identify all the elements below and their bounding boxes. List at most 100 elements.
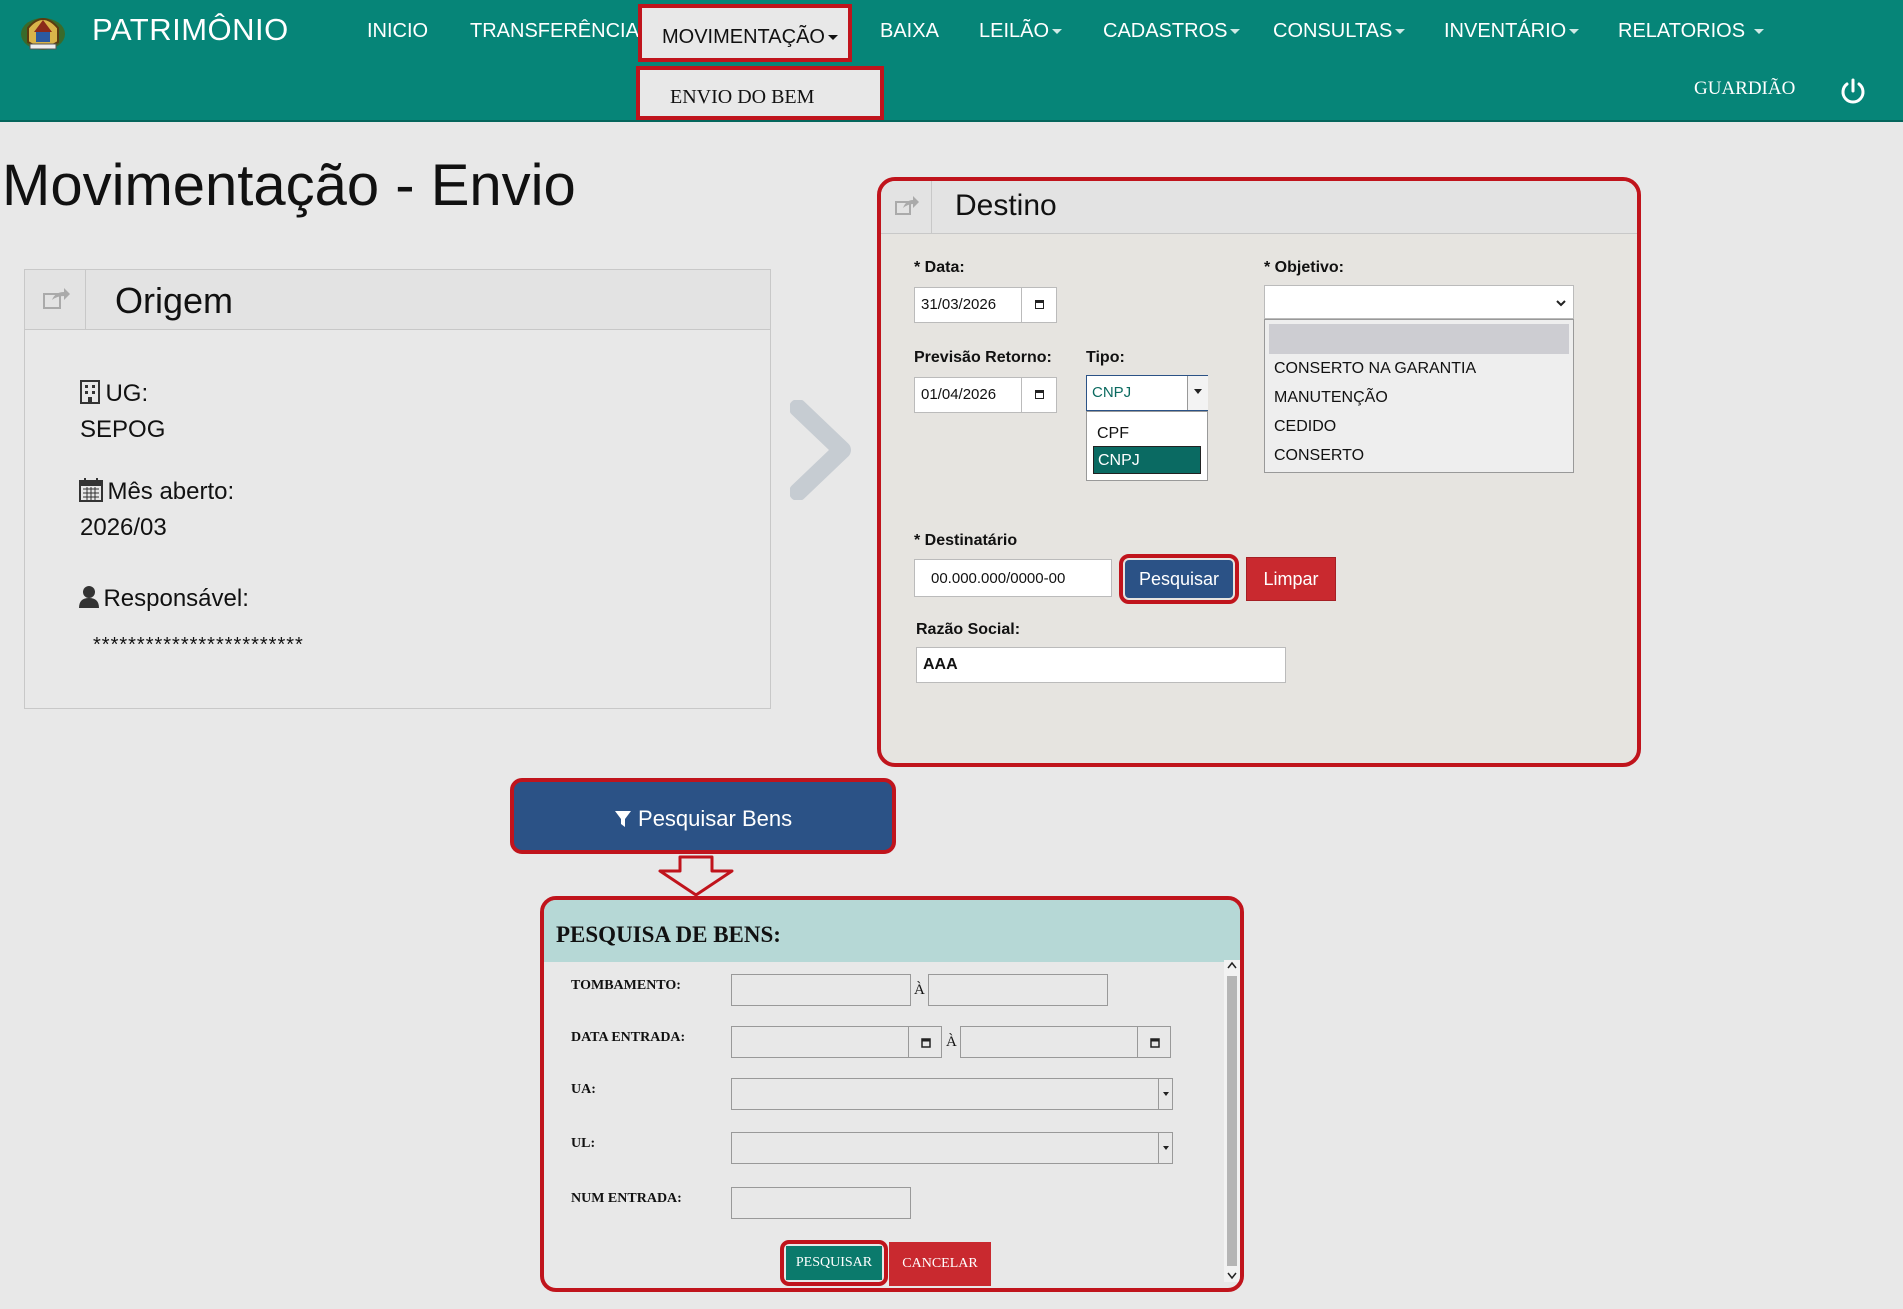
pesquisar-bens-content: Pesquisar Bens <box>514 806 892 832</box>
resp-label-row: Responsável: <box>79 585 249 613</box>
data-entrada-to-input[interactable] <box>960 1026 1138 1058</box>
nav-relatorios[interactable]: RELATORIOS <box>1618 20 1764 43</box>
calendar-icon <box>1150 1038 1160 1048</box>
pesquisa-title: PESQUISA DE BENS: <box>556 922 781 947</box>
nav-movimentacao[interactable]: MOVIMENTAÇÃO <box>638 4 852 62</box>
nav-transferencia[interactable]: TRANSFERÊNCIA <box>470 20 639 43</box>
share-icon[interactable] <box>25 270 86 329</box>
origem-panel-header: Origem <box>25 270 770 330</box>
tipo-select-arrow[interactable] <box>1187 376 1208 410</box>
pesquisar-bens-button[interactable]: Pesquisar Bens <box>510 778 896 854</box>
user-name[interactable]: GUARDIÃO <box>1694 78 1795 100</box>
caret-down-icon <box>1753 29 1764 35</box>
resp-label: Responsável: <box>103 585 249 612</box>
calendar-icon <box>1035 390 1044 399</box>
pesquisa-bens-panel: PESQUISA DE BENS: TOMBAMENTO: À DATA ENT… <box>540 896 1244 1292</box>
limpar-button[interactable]: Limpar <box>1246 557 1336 601</box>
power-icon[interactable] <box>1838 76 1868 106</box>
nav-relatorios-label: RELATORIOS <box>1618 20 1746 42</box>
previsao-label: Previsão Retorno: <box>914 349 1052 366</box>
tombamento-to-input[interactable] <box>928 974 1108 1006</box>
calendar-button[interactable] <box>1137 1026 1171 1058</box>
razao-label: Razão Social: <box>916 621 1021 638</box>
resp-value: ************************ <box>93 634 304 656</box>
nav-consultas-label: CONSULTAS <box>1273 20 1393 42</box>
objetivo-option-blank[interactable] <box>1269 324 1569 354</box>
nav-leilao-label: LEILÃO <box>979 20 1050 42</box>
tipo-option-cnpj[interactable]: CNPJ <box>1093 446 1201 474</box>
tipo-option-cpf[interactable]: CPF <box>1097 425 1129 443</box>
calendar-button[interactable] <box>1021 287 1057 323</box>
ua-label: UA: <box>571 1082 596 1097</box>
calendar-button[interactable] <box>908 1026 942 1058</box>
nav-inventario[interactable]: INVENTÁRIO <box>1444 20 1580 43</box>
nav-baixa[interactable]: BAIXA <box>880 20 939 43</box>
data-entrada-from-input[interactable] <box>731 1026 909 1058</box>
nav-consultas[interactable]: CONSULTAS <box>1273 20 1406 43</box>
ua-select-arrow[interactable] <box>1158 1079 1173 1109</box>
ul-label: UL: <box>571 1136 596 1151</box>
tipo-option-cnpj-label: CNPJ <box>1098 452 1140 469</box>
ug-label: UG: <box>105 380 149 407</box>
triangle-down-icon <box>1163 1146 1169 1150</box>
brand-title[interactable]: PATRIMÔNIO <box>92 12 289 48</box>
destinatario-input[interactable]: 00.000.000/0000-00 <box>914 559 1112 597</box>
arrow-down-icon <box>658 855 734 897</box>
data-label: * Data: <box>914 259 965 276</box>
num-entrada-input[interactable] <box>731 1187 911 1219</box>
nav-cadastros-label: CADASTROS <box>1103 20 1228 42</box>
tipo-select[interactable]: CNPJ <box>1086 375 1208 411</box>
submenu-envio-label: ENVIO DO BEM <box>670 86 815 108</box>
ug-label-row: UG: <box>79 380 148 408</box>
nav-leilao[interactable]: LEILÃO <box>979 20 1063 43</box>
nav-inicio[interactable]: INICIO <box>367 20 428 43</box>
mes-label: Mês aberto: <box>107 478 235 505</box>
caret-down-icon <box>1052 29 1063 35</box>
calendar-icon <box>79 478 103 502</box>
pq-cancelar-button[interactable]: CANCELAR <box>889 1242 991 1286</box>
calendar-icon <box>921 1038 931 1048</box>
objetivo-select[interactable] <box>1264 285 1574 319</box>
building-icon <box>80 380 100 404</box>
caret-down-icon <box>1395 29 1406 35</box>
razao-input[interactable]: AAA <box>916 647 1286 683</box>
objetivo-option[interactable]: CEDIDO <box>1274 418 1336 436</box>
nav-inventario-label: INVENTÁRIO <box>1444 20 1567 42</box>
share-icon[interactable] <box>881 181 932 233</box>
ua-select[interactable] <box>731 1078 1173 1110</box>
ul-select[interactable] <box>731 1132 1173 1164</box>
filter-icon <box>614 811 631 827</box>
vertical-scrollbar[interactable] <box>1224 960 1240 1282</box>
tombamento-from-input[interactable] <box>731 974 911 1006</box>
data-input[interactable]: 31/03/2026 <box>914 287 1022 323</box>
pesquisar-bens-label: Pesquisar Bens <box>638 806 793 831</box>
destino-panel: Destino * Data: 31/03/2026 * Objetivo: C… <box>877 177 1641 767</box>
objetivo-dropdown: CONSERTO NA GARANTIA MANUTENÇÃO CEDIDO C… <box>1264 319 1574 473</box>
origem-panel: Origem UG: SEPOG Mês aberto: 2026/03 Res… <box>24 269 771 709</box>
triangle-down-icon <box>1163 1092 1169 1096</box>
destino-title: Destino <box>955 189 1057 222</box>
calendar-button[interactable] <box>1021 377 1057 413</box>
coat-of-arms-logo <box>21 18 65 50</box>
destino-panel-header: Destino <box>881 181 1637 234</box>
pesquisar-highlight: Pesquisar <box>1119 554 1239 604</box>
previsao-input[interactable]: 01/04/2026 <box>914 377 1022 413</box>
pesquisar-button[interactable]: Pesquisar <box>1125 560 1233 598</box>
ul-select-arrow[interactable] <box>1158 1133 1173 1163</box>
destinatario-label: * Destinatário <box>914 532 1018 549</box>
data-input-value: 31/03/2026 <box>921 296 997 313</box>
objetivo-option[interactable]: CONSERTO NA GARANTIA <box>1274 360 1476 378</box>
tipo-label: Tipo: <box>1086 349 1125 366</box>
caret-down-icon <box>1569 29 1580 35</box>
page-title: Movimentação - Envio <box>2 153 576 218</box>
objetivo-option[interactable]: MANUTENÇÃO <box>1274 389 1388 407</box>
pq-pesquisar-button[interactable]: PESQUISAR <box>786 1246 882 1280</box>
tombamento-label: TOMBAMENTO: <box>571 978 681 993</box>
data-entrada-label: DATA ENTRADA: <box>571 1030 686 1045</box>
chevron-right-icon <box>790 400 851 500</box>
submenu-envio-do-bem[interactable]: ENVIO DO BEM <box>636 66 884 120</box>
objetivo-option[interactable]: CONSERTO <box>1274 447 1364 465</box>
nav-cadastros[interactable]: CADASTROS <box>1103 20 1241 43</box>
chevron-down-icon <box>1556 300 1566 307</box>
num-entrada-label: NUM ENTRADA: <box>571 1191 682 1206</box>
